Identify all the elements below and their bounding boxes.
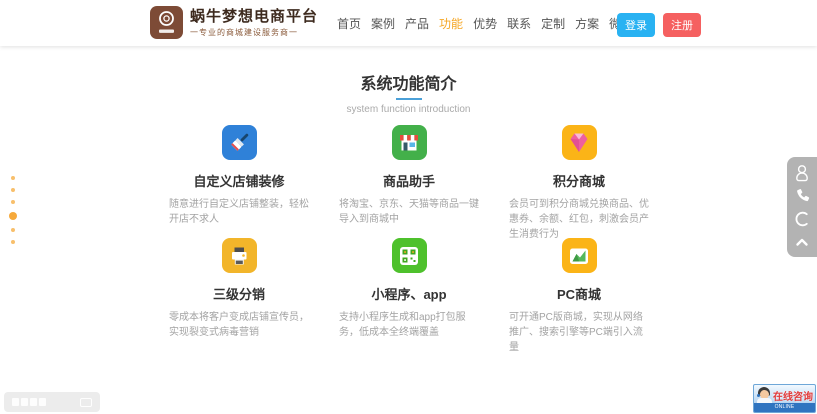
feature-desc: 可开通PC版商城，实现从网络推广、搜索引擎等PC端引入流量 (509, 310, 649, 355)
feature-desc: 随意进行自定义店铺整装，轻松开店不求人 (169, 197, 309, 227)
feature-card-miniprogram-app: 小程序、app 支持小程序生成和app打包服务，低成本全终端覆盖 (339, 238, 479, 351)
nav-item-customization[interactable]: 定制 (541, 15, 565, 32)
feature-desc: 将淘宝、京东、天猫等商品一键导入到商城中 (339, 197, 479, 227)
title-underline (396, 98, 422, 100)
qq-icon[interactable] (791, 162, 813, 184)
bar-chart-icon (562, 238, 597, 273)
features-grid: 自定义店铺装修 随意进行自定义店铺整装，轻松开店不求人 商品助手 将淘宝、京东、… (154, 125, 664, 351)
paint-brush-icon (222, 125, 257, 160)
pager-dot[interactable] (11, 176, 15, 180)
nav-item-contact[interactable]: 联系 (507, 15, 531, 32)
bottom-left-overlay (4, 392, 100, 412)
nav-item-products[interactable]: 产品 (405, 15, 429, 32)
auth-buttons: 登录 注册 (617, 13, 701, 37)
faint-text-placeholder (12, 398, 46, 406)
feature-desc: 会员可到积分商城兑换商品、优惠券、余额、红包，刺激会员产生消费行为 (509, 197, 649, 242)
top-navbar: 蜗牛梦想电商平台 一专业的商城建设服务商一 首页 案例 产品 功能 优势 联系 … (0, 0, 817, 46)
mini-player-icon[interactable] (80, 398, 92, 407)
feature-card-product-assistant: 商品助手 将淘宝、京东、天猫等商品一键导入到商城中 (339, 125, 479, 238)
nav-item-features[interactable]: 功能 (439, 15, 463, 32)
feature-card-shop-decoration: 自定义店铺装修 随意进行自定义店铺整装，轻松开店不求人 (169, 125, 309, 238)
snail-logo-icon (150, 6, 183, 39)
phone-icon[interactable] (791, 185, 813, 207)
site-slogan: 一专业的商城建设服务商一 (190, 27, 318, 38)
pager-dot[interactable] (11, 240, 15, 244)
feature-card-points-mall: 积分商城 会员可到积分商城兑换商品、优惠券、余额、红包，刺激会员产生消费行为 (509, 125, 649, 238)
section-header: 系统功能简介 system function introduction (0, 70, 817, 115)
back-to-top-icon[interactable] (791, 231, 813, 253)
consult-title: 在线咨询 (773, 388, 813, 403)
feature-desc: 支持小程序生成和app打包服务，低成本全终端覆盖 (339, 310, 479, 340)
site-title: 蜗牛梦想电商平台 (190, 8, 318, 25)
nav-item-home[interactable]: 首页 (337, 15, 361, 32)
feature-title: 三级分销 (169, 284, 309, 303)
main-nav: 首页 案例 产品 功能 优势 联系 定制 方案 微营销 (337, 0, 645, 46)
feature-title: 积分商城 (509, 171, 649, 190)
feature-title: 商品助手 (339, 171, 479, 190)
nav-item-advantages[interactable]: 优势 (473, 15, 497, 32)
section-title: 系统功能简介 (0, 70, 817, 94)
feature-title: PC商城 (509, 284, 649, 303)
feature-title: 自定义店铺装修 (169, 171, 309, 190)
pager-dot-active[interactable] (9, 212, 17, 220)
section-pager-dots (8, 176, 18, 244)
nav-item-cases[interactable]: 案例 (371, 15, 395, 32)
section-subtitle: system function introduction (0, 104, 817, 115)
feature-desc: 零成本将客户变成店铺宣传员，实现裂变式病毒营销 (169, 310, 309, 340)
logo[interactable]: 蜗牛梦想电商平台 一专业的商城建设服务商一 (150, 6, 318, 39)
storefront-icon (392, 125, 427, 160)
online-consult-widget[interactable]: 在线咨询 ONLINE CONSULTATION (753, 384, 816, 413)
diamond-icon (562, 125, 597, 160)
register-button[interactable]: 注册 (663, 13, 701, 37)
feature-card-distribution: 三级分销 零成本将客户变成店铺宣传员，实现裂变式病毒营销 (169, 238, 309, 351)
refresh-icon[interactable] (791, 208, 813, 230)
side-toolbar (787, 157, 817, 257)
pager-dot[interactable] (11, 188, 15, 192)
login-button[interactable]: 登录 (617, 13, 655, 37)
qr-code-icon (392, 238, 427, 273)
feature-card-pc-mall: PC商城 可开通PC版商城，实现从网络推广、搜索引擎等PC端引入流量 (509, 238, 649, 351)
feature-title: 小程序、app (339, 284, 479, 303)
pager-dot[interactable] (11, 228, 15, 232)
nav-item-solutions[interactable]: 方案 (575, 15, 599, 32)
consult-subtitle: ONLINE CONSULTATION (754, 403, 815, 412)
pager-dot[interactable] (11, 200, 15, 204)
cash-printer-icon (222, 238, 257, 273)
